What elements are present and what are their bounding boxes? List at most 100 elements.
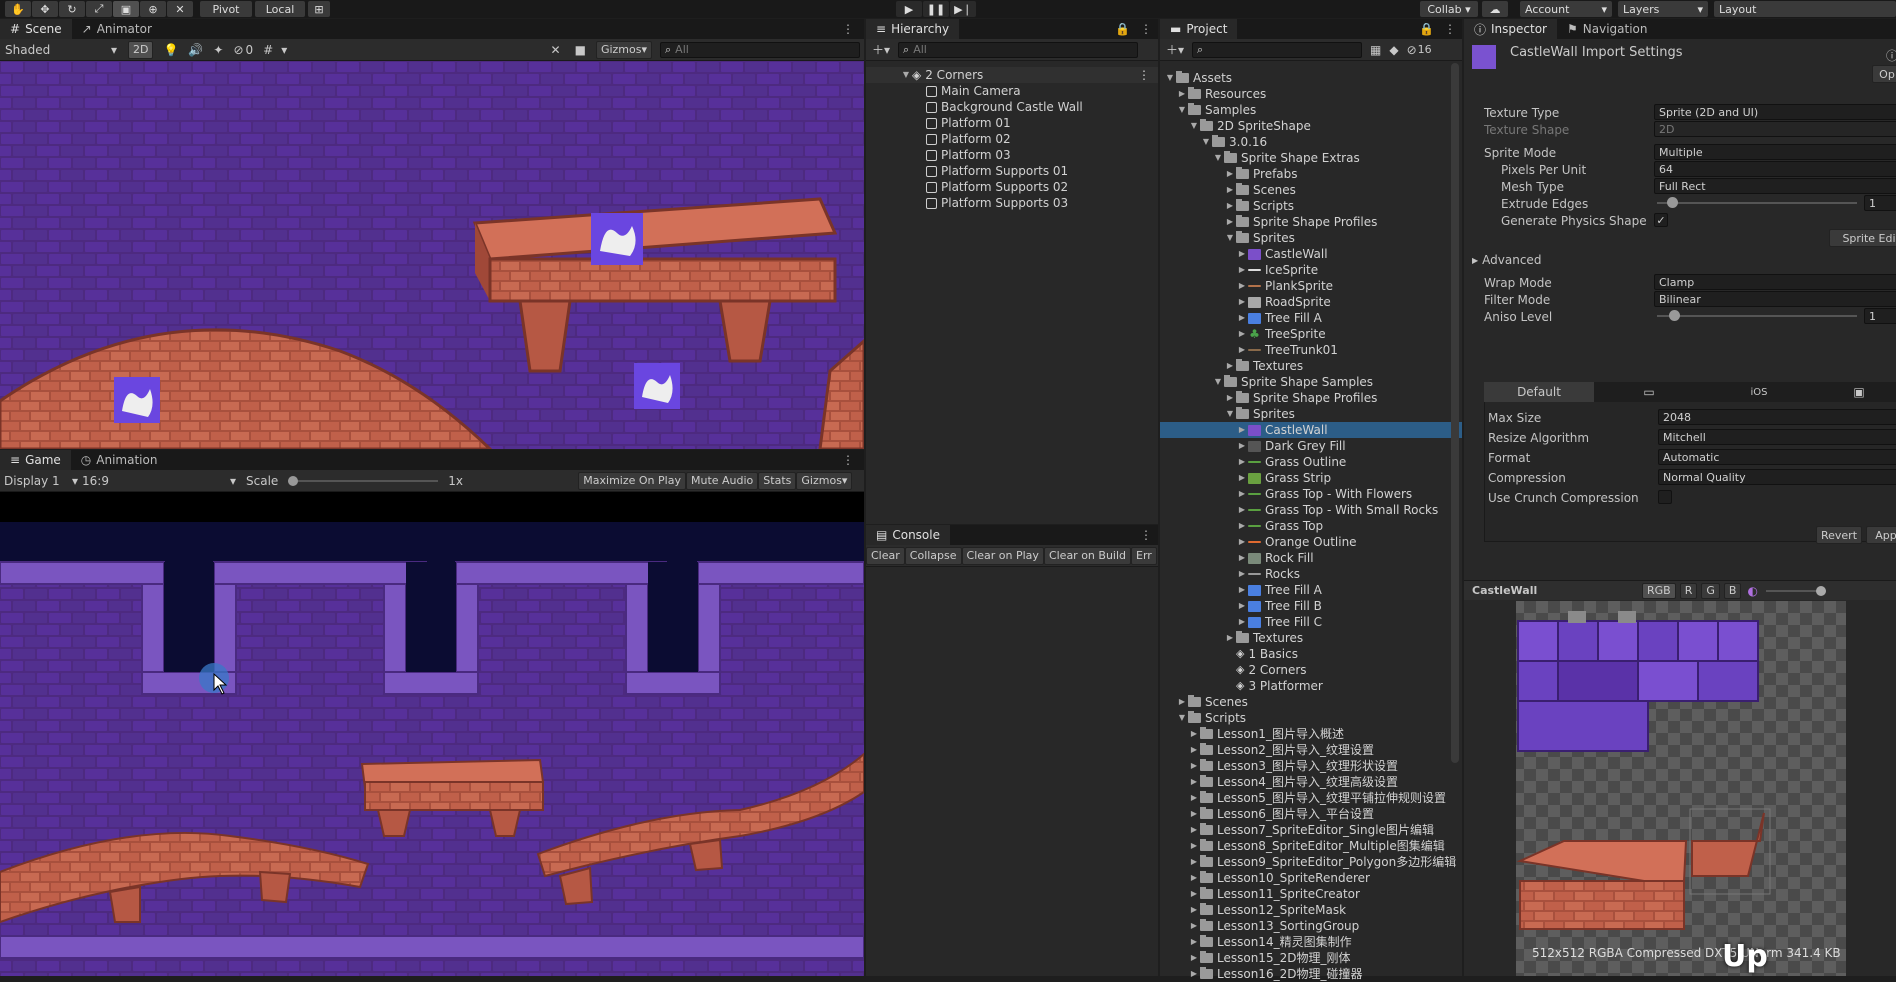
platform-tab-android[interactable]: ▣ [1814, 382, 1896, 402]
project-asset[interactable]: ▶ Grass Top - With Flowers [1160, 486, 1462, 502]
collapse-icon[interactable]: ▶ [1224, 390, 1236, 406]
collapse-icon[interactable]: ▶ [1224, 182, 1236, 198]
collapse-icon[interactable]: ▶ [1188, 870, 1200, 886]
tab-animator[interactable]: ↗ Animator [72, 19, 162, 39]
project-asset[interactable]: ▶ PlankSprite [1160, 278, 1462, 294]
collapse-icon[interactable]: ▶ [1176, 86, 1188, 102]
more-menu-icon[interactable]: ⋮ [1138, 67, 1150, 83]
effects-icon[interactable]: ✦ [213, 43, 223, 57]
collapse-icon[interactable]: ▶ [1236, 518, 1248, 534]
collapse-icon[interactable]: ▶ [1236, 438, 1248, 454]
project-asset[interactable]: ▶ Orange Outline [1160, 534, 1462, 550]
tab-inspector[interactable]: ⓘ Inspector [1464, 19, 1557, 39]
lighting-icon[interactable]: 💡 [163, 43, 178, 57]
crunch-checkbox[interactable] [1658, 490, 1672, 504]
more-menu-icon[interactable]: ⋮ [1438, 19, 1462, 39]
audio-icon[interactable]: 🔊 [188, 43, 203, 57]
project-folder[interactable]: ▶ Sprite Shape Profiles [1160, 390, 1462, 406]
collapse-icon[interactable]: ▶ [1188, 758, 1200, 774]
expand-icon[interactable]: ▼ [1164, 70, 1176, 86]
game-viewport[interactable] [0, 492, 864, 976]
project-asset[interactable]: ▶ CastleWall [1160, 246, 1462, 262]
project-folder[interactable]: ▼ Samples [1160, 102, 1462, 118]
project-folder[interactable]: ▶ Lesson12_SpriteMask [1160, 902, 1462, 918]
hand-tool-icon[interactable]: ✋ [5, 1, 31, 17]
rect-tool-icon[interactable]: ▣ [113, 1, 139, 17]
max-size-dropdown[interactable]: 2048 [1658, 409, 1896, 425]
project-asset[interactable]: ◈ 3 Platformer [1160, 678, 1462, 694]
expand-icon[interactable]: ▼ [1224, 406, 1236, 422]
collapse-icon[interactable]: ▶ [1188, 902, 1200, 918]
console-button[interactable]: Collapse [904, 546, 962, 565]
collapse-icon[interactable]: ▶ [1236, 246, 1248, 262]
grid-toggle-icon[interactable]: # [263, 43, 273, 57]
project-scrollbar[interactable] [1451, 63, 1459, 763]
extrude-input[interactable]: 1 [1864, 195, 1896, 211]
extrude-slider-handle[interactable] [1667, 197, 1678, 208]
project-folder[interactable]: ▶ Scenes [1160, 694, 1462, 710]
project-asset[interactable]: ▶ Tree Fill B [1160, 598, 1462, 614]
collapse-icon[interactable]: ▶ [1188, 742, 1200, 758]
collapse-icon[interactable]: ▶ [1224, 630, 1236, 646]
format-dropdown[interactable]: Automatic [1658, 449, 1896, 465]
collapse-icon[interactable]: ▶ [1176, 694, 1188, 710]
custom-tool-icon[interactable]: ✕ [167, 1, 193, 17]
project-folder[interactable]: ▶ Lesson15_2D物理_刚体 [1160, 950, 1462, 966]
collapse-icon[interactable]: ▶ [1236, 422, 1248, 438]
display-dropdown[interactable]: Display 1 ▾ [0, 474, 78, 488]
mode-2d-toggle[interactable]: 2D [128, 40, 154, 59]
gizmos-dropdown[interactable]: Gizmos ▾ [595, 40, 652, 59]
collapse-icon[interactable]: ▶ [1188, 726, 1200, 742]
project-asset[interactable]: ▶ Rock Fill [1160, 550, 1462, 566]
project-asset[interactable]: ▶ Tree Fill A [1160, 582, 1462, 598]
scale-tool-icon[interactable]: ⤢ [86, 1, 112, 17]
collapse-icon[interactable]: ▶ [1188, 822, 1200, 838]
platform-tab-default[interactable]: Default [1484, 382, 1594, 402]
collapse-icon[interactable]: ▶ [1236, 326, 1248, 342]
mip-slider[interactable] [1765, 585, 1826, 596]
project-folder[interactable]: ▶ Prefabs [1160, 166, 1462, 182]
project-folder[interactable]: ▶ Resources [1160, 86, 1462, 102]
play-button[interactable]: ▶ [896, 1, 922, 17]
project-folder[interactable]: ▶ Scenes [1160, 182, 1462, 198]
open-button[interactable]: Op [1872, 65, 1896, 83]
cloud-icon[interactable]: ☁ [1482, 1, 1508, 17]
collapse-icon[interactable]: ▶ [1188, 790, 1200, 806]
collapse-icon[interactable]: ▶ [1236, 566, 1248, 582]
project-folder[interactable]: ▶ Textures [1160, 358, 1462, 374]
layout-dropdown[interactable]: Layout [1714, 1, 1896, 17]
collapse-icon[interactable]: ▶ [1188, 966, 1200, 982]
sprite-mode-dropdown[interactable]: Multiple [1654, 144, 1896, 160]
project-folder[interactable]: ▶ Scripts [1160, 198, 1462, 214]
help-icon[interactable]: ⓘ [1886, 47, 1896, 64]
hierarchy-item[interactable]: Platform 01 [866, 115, 1158, 131]
project-asset[interactable]: ▶ Tree Fill C [1160, 614, 1462, 630]
collapse-icon[interactable]: ▶ [1188, 934, 1200, 950]
stats-toggle[interactable]: Stats [758, 471, 797, 490]
more-menu-icon[interactable]: ⋮ [832, 19, 864, 39]
collapse-icon[interactable]: ▶ [1188, 854, 1200, 870]
project-folder[interactable]: ▼ Sprites [1160, 406, 1462, 422]
aniso-slider-handle[interactable] [1669, 310, 1680, 321]
filter-dropdown[interactable]: Bilinear [1654, 291, 1896, 307]
project-asset[interactable]: ▶ CastleWall [1160, 422, 1462, 438]
channel-b-toggle[interactable]: B [1723, 582, 1742, 599]
channel-r-toggle[interactable]: R [1679, 582, 1698, 599]
tab-scene[interactable]: # Scene [0, 19, 72, 39]
collapse-icon[interactable]: ▶ [1236, 614, 1248, 630]
collapse-icon[interactable]: ▶ [1188, 838, 1200, 854]
advanced-foldout[interactable]: ▶ Advanced [1472, 253, 1541, 267]
collab-button[interactable]: Collab ▾ [1420, 1, 1478, 17]
hidden-objects-icon[interactable]: ⊘ [233, 43, 243, 57]
project-asset[interactable]: ▶ Rocks [1160, 566, 1462, 582]
channel-g-toggle[interactable]: G [1701, 582, 1720, 599]
collapse-icon[interactable]: ▶ [1236, 262, 1248, 278]
expand-icon[interactable]: ▼ [1176, 710, 1188, 726]
project-folder[interactable]: ▼ Sprite Shape Samples [1160, 374, 1462, 390]
expand-icon[interactable]: ▼ [1176, 102, 1188, 118]
collapse-icon[interactable]: ▶ [1236, 598, 1248, 614]
extrude-slider[interactable] [1657, 202, 1857, 204]
project-asset[interactable]: ▶ Grass Top - With Small Rocks [1160, 502, 1462, 518]
project-asset[interactable]: ▶ Grass Outline [1160, 454, 1462, 470]
expand-icon[interactable]: ▼ [900, 67, 912, 83]
